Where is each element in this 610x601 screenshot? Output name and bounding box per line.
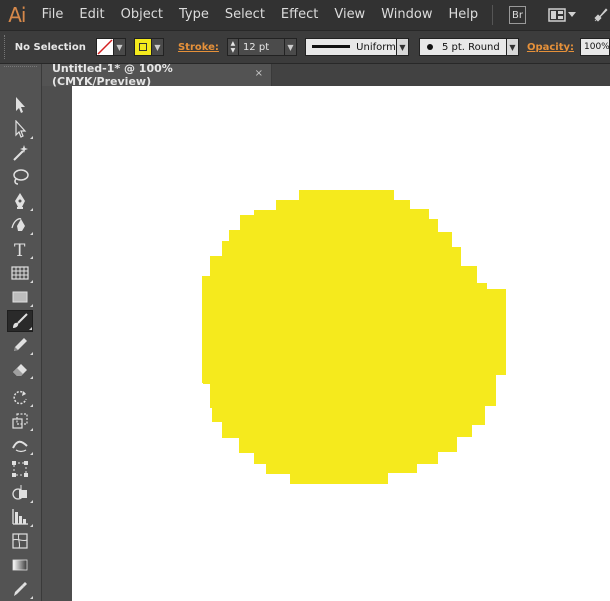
close-icon[interactable]: × [255,68,263,79]
eraser-icon [13,364,27,376]
document-gutter [42,64,72,601]
lasso-icon [13,169,29,185]
type-icon: T [14,241,26,258]
gpu-performance-button[interactable] [592,6,610,24]
bridge-button[interactable]: Br [509,6,526,24]
menubar-divider [492,5,494,25]
svg-text:T: T [14,241,26,258]
scale-icon [12,413,28,429]
pencil-icon [14,338,27,351]
rotate-icon [13,390,27,405]
arrange-documents-button[interactable] [548,8,576,22]
rectangle-icon [12,291,28,303]
grid-icon [11,266,29,280]
app-logo: Ai [8,3,26,27]
gradient-tool[interactable] [7,554,33,576]
tools-panel: T [0,64,42,601]
menu-effect[interactable]: Effect [273,0,326,30]
control-bar: No Selection ▼ ▼ Stroke: ▲ ▼ 12 pt ▼ Unif… [0,30,610,64]
bar-graph-icon [12,509,28,525]
uniform-stroke-icon [311,45,351,48]
free-transform-tool[interactable] [7,458,33,480]
menu-bar: Ai File Edit Object Type Select Effect V… [0,0,610,30]
chevron-down-icon [568,12,576,17]
rocket-icon [594,8,608,22]
stroke-profile-label: Uniform [356,41,396,53]
menu-edit[interactable]: Edit [71,0,112,30]
menu-object[interactable]: Object [113,0,171,30]
fill-color-box[interactable] [95,38,114,56]
shape-builder-tool[interactable] [7,482,33,504]
paintbrush-icon [13,313,28,328]
brush-definition[interactable]: 5 pt. Round ▼ [418,38,519,56]
menu-select[interactable]: Select [217,0,273,30]
brush-definition-label: 5 pt. Round [441,41,500,53]
pen-tool[interactable] [7,190,33,212]
variable-width-profile[interactable]: Uniform ▼ [304,38,409,56]
document-tab[interactable]: Untitled-1* @ 100% (CMYK/Preview) × [42,62,272,88]
lasso-tool[interactable] [7,166,33,188]
paintbrush-tool[interactable] [7,310,33,332]
stroke-weight-stepper[interactable]: ▲ ▼ [226,38,239,56]
stroke-weight-control[interactable]: ▲ ▼ 12 pt ▼ [226,38,297,56]
pixelated-circle-stroke[interactable] [202,190,506,484]
stroke-swatch[interactable]: ▼ [133,38,164,56]
opacity-label[interactable]: Opacity: [527,42,574,53]
opacity-input[interactable]: 100% [580,38,610,56]
selection-tool[interactable] [7,94,33,116]
eyedropper-tool[interactable] [7,578,33,600]
fill-dropdown[interactable]: ▼ [113,38,126,56]
menu-help[interactable]: Help [440,0,486,30]
pencil-tool[interactable] [7,334,33,356]
stroke-weight-input[interactable]: 12 pt [238,38,285,56]
hollow-arrow-icon [15,120,27,138]
control-bar-grip[interactable] [4,35,11,59]
stroke-profile-dropdown[interactable]: ▼ [396,38,409,56]
stroke-profile-field[interactable]: Uniform [304,38,397,56]
arrange-documents-icon [548,8,566,22]
direct-selection-tool[interactable] [7,118,33,140]
menu-file[interactable]: File [34,0,72,30]
free-transform-icon [12,461,28,477]
pen-icon [15,193,25,209]
graph-tool[interactable] [7,506,33,528]
eraser-tool[interactable] [7,358,33,380]
brush-definition-dropdown[interactable]: ▼ [506,38,519,56]
width-icon [12,440,28,453]
artwork-layer [202,190,506,484]
mesh-icon [12,533,28,549]
stroke-label[interactable]: Stroke: [178,42,219,53]
stroke-color-dropdown[interactable]: ▼ [151,38,164,56]
stroke-weight-dropdown[interactable]: ▼ [284,38,297,56]
curvature-pen-icon [11,218,25,231]
rectangle-tool[interactable] [7,286,33,308]
gradient-icon [12,559,28,571]
mesh-tool[interactable] [7,530,33,552]
no-fill-icon [97,39,113,55]
menu-type[interactable]: Type [171,0,217,30]
fill-swatch[interactable]: ▼ [95,38,126,56]
eyedropper-icon [14,582,27,596]
rotate-tool[interactable] [7,386,33,408]
tools-panel-grip[interactable] [4,66,37,75]
round-brush-icon [426,44,433,50]
stroke-color-box[interactable] [133,38,152,56]
width-tool[interactable] [7,434,33,456]
artboard-canvas[interactable] [72,86,610,601]
curvature-tool[interactable] [7,214,33,236]
selection-status: No Selection [14,41,86,53]
menu-window[interactable]: Window [373,0,440,30]
magic-wand-icon [13,145,28,161]
shape-builder-icon [12,485,27,500]
scale-tool[interactable] [7,410,33,432]
document-tab-strip [272,64,610,86]
type-tool[interactable]: T [7,238,33,260]
menu-view[interactable]: View [326,0,373,30]
magic-wand-tool[interactable] [7,142,33,164]
document-tab-title: Untitled-1* @ 100% (CMYK/Preview) [52,62,173,88]
brush-definition-field[interactable]: 5 pt. Round [418,38,507,56]
arrow-icon [16,97,25,113]
line-tool[interactable] [7,262,33,284]
